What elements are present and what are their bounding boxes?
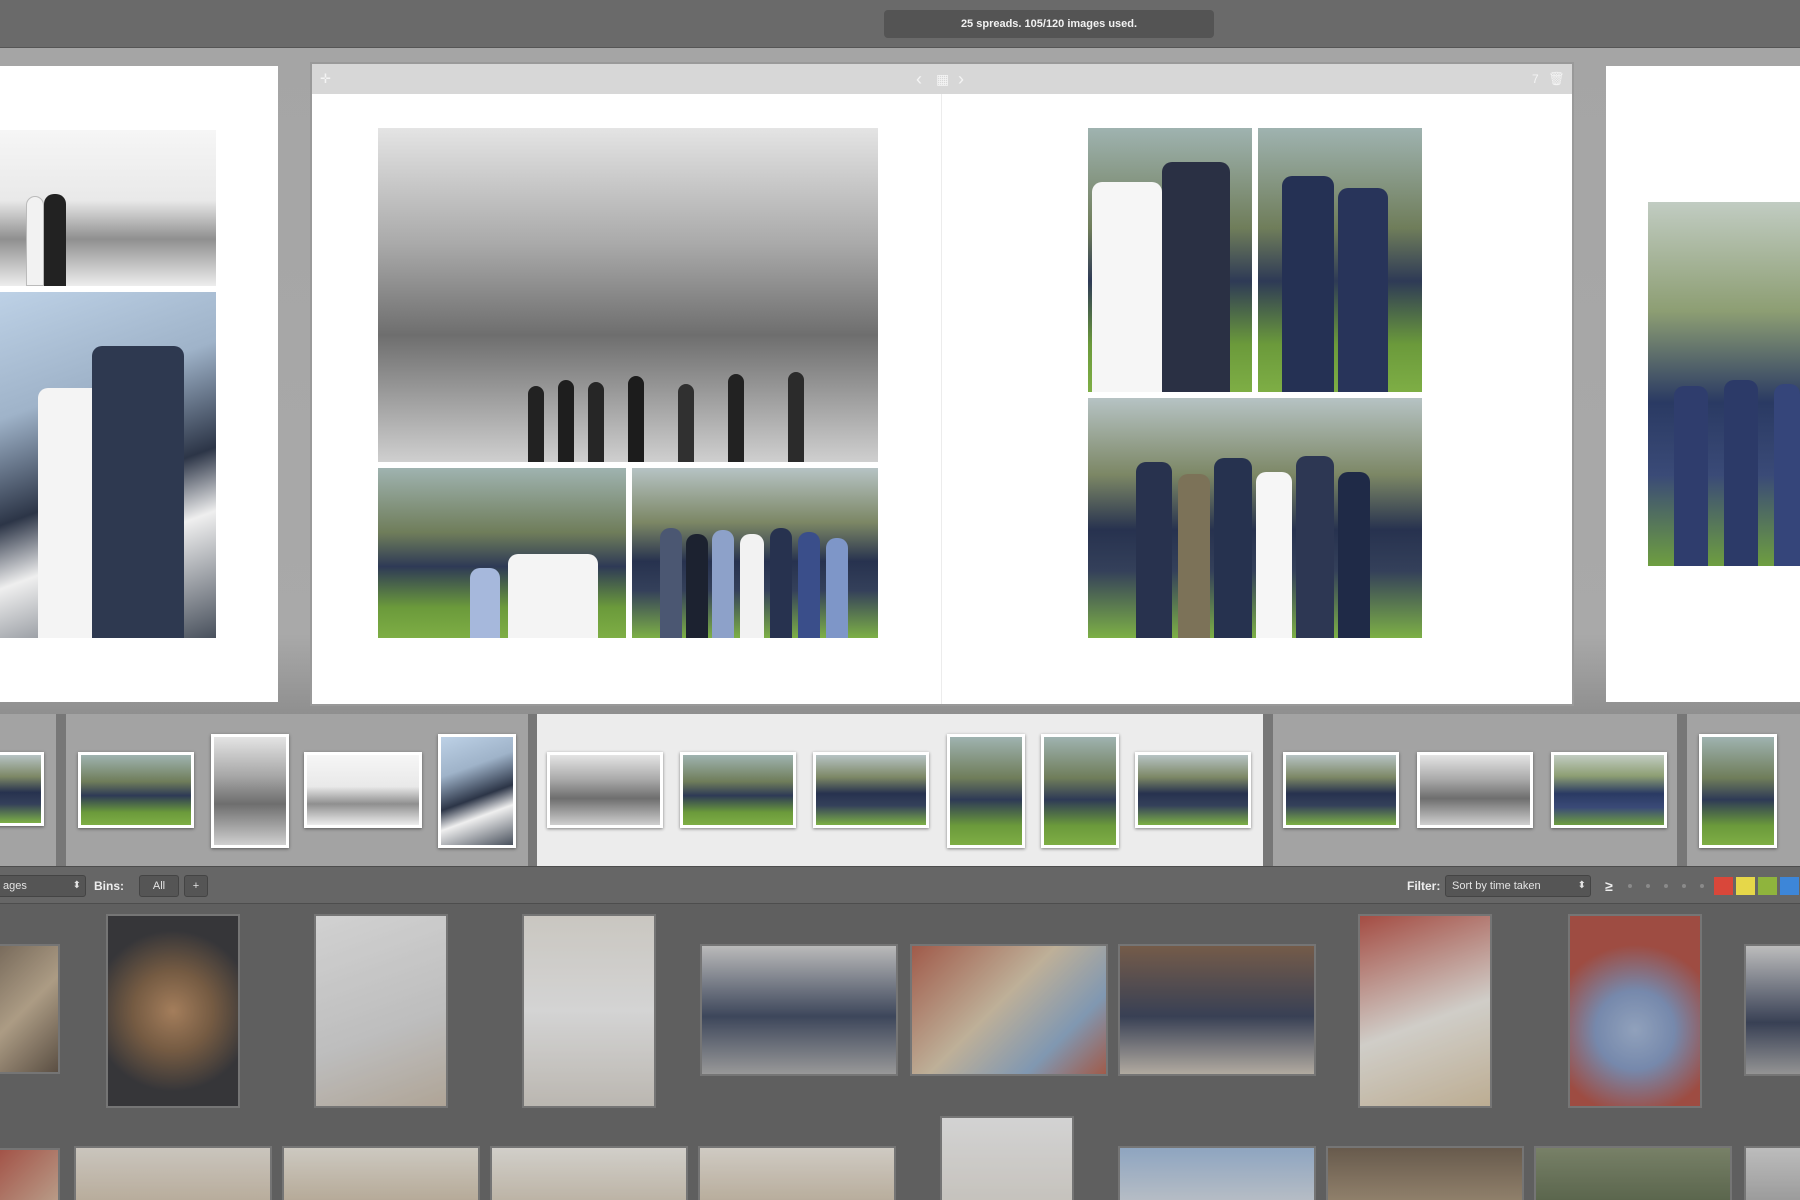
filmstrip-thumbnail[interactable]: [78, 752, 194, 828]
move-icon[interactable]: ✛: [320, 64, 331, 94]
spread-photo[interactable]: [632, 468, 878, 638]
trash-icon[interactable]: 🗑: [1548, 64, 1565, 94]
filmstrip-thumbnail[interactable]: [438, 734, 516, 848]
color-label-red[interactable]: [1714, 877, 1733, 895]
rating-star-5[interactable]: [1700, 884, 1704, 888]
filmstrip-thumbnail[interactable]: [1551, 752, 1667, 828]
image-source-value: ages: [3, 880, 27, 892]
spread-photo[interactable]: [378, 468, 626, 638]
filmstrip-spread[interactable]: [0, 714, 56, 866]
filmstrip-thumbnail[interactable]: [1417, 752, 1533, 828]
spread-photo[interactable]: [378, 128, 878, 462]
pool-image[interactable]: [74, 1146, 272, 1200]
color-label-yellow[interactable]: [1736, 877, 1755, 895]
spread-photo[interactable]: [1648, 202, 1800, 566]
rating-star-1[interactable]: [1628, 884, 1632, 888]
filmstrip-spread[interactable]: [1687, 714, 1800, 866]
spread-status: 25 spreads. 105/120 images used.: [884, 10, 1214, 38]
pool-image[interactable]: [1744, 1146, 1800, 1200]
spread-photo[interactable]: [0, 292, 216, 638]
pool-image[interactable]: [106, 914, 240, 1108]
filmstrip-thumbnail[interactable]: [304, 752, 422, 828]
filmstrip-spread[interactable]: [1273, 714, 1677, 866]
filmstrip-thumbnail[interactable]: [547, 752, 663, 828]
pool-image[interactable]: [1568, 914, 1702, 1108]
pool-image[interactable]: [1118, 1146, 1316, 1200]
filter-bar: ages ⬍ Bins: All + Filter: Sort by time …: [0, 866, 1800, 904]
filmstrip-thumbnail[interactable]: [947, 734, 1025, 848]
filmstrip-thumbnail[interactable]: [680, 752, 796, 828]
next-spread[interactable]: [1606, 66, 1800, 702]
rating-star-4[interactable]: [1682, 884, 1686, 888]
filmstrip-spread-active[interactable]: [537, 714, 1263, 866]
color-label-green[interactable]: [1758, 877, 1777, 895]
page-count: 7: [1532, 72, 1539, 86]
pool-image[interactable]: [0, 944, 60, 1074]
pool-image[interactable]: [1744, 944, 1800, 1076]
rating-filter-icon[interactable]: ≥: [1605, 867, 1613, 905]
pool-image[interactable]: [1326, 1146, 1524, 1200]
spread-photo[interactable]: [1258, 128, 1422, 392]
rating-star-2[interactable]: [1646, 884, 1650, 888]
pool-image[interactable]: [490, 1146, 688, 1200]
previous-spread[interactable]: [0, 66, 278, 702]
pool-image[interactable]: [1534, 1146, 1732, 1200]
filmstrip-thumbnail[interactable]: [813, 752, 929, 828]
sort-value: Sort by time taken: [1452, 880, 1541, 892]
filmstrip-thumbnail[interactable]: [1041, 734, 1119, 848]
image-source-select[interactable]: ages ⬍: [0, 875, 86, 897]
bins-value: All: [152, 880, 166, 892]
sort-select[interactable]: Sort by time taken ⬍: [1445, 875, 1591, 897]
spread-photo[interactable]: [1088, 398, 1422, 638]
rating-star-3[interactable]: [1664, 884, 1668, 888]
pool-image[interactable]: [0, 1148, 60, 1200]
spread-toolbar: ✛ ‹ ▦ › 7 🗑: [312, 64, 1572, 94]
pool-image[interactable]: [1358, 914, 1492, 1108]
pool-image[interactable]: [910, 944, 1108, 1076]
image-pool: [0, 904, 1800, 1200]
chevron-right-icon[interactable]: ›: [958, 64, 964, 94]
spread-filmstrip: [0, 714, 1800, 866]
filmstrip-thumbnail[interactable]: [1283, 752, 1399, 828]
pool-image[interactable]: [282, 1146, 480, 1200]
filmstrip-thumbnail[interactable]: [0, 752, 44, 826]
add-bin-button[interactable]: +: [184, 875, 208, 897]
select-arrows-icon: ⬍: [72, 880, 81, 891]
grid-icon[interactable]: ▦: [936, 64, 949, 94]
filter-label: Filter:: [1407, 879, 1441, 893]
filmstrip-thumbnail[interactable]: [1135, 752, 1251, 828]
top-bar: 25 spreads. 105/120 images used.: [0, 0, 1800, 48]
pool-image[interactable]: [522, 914, 656, 1108]
chevron-left-icon[interactable]: ‹: [916, 64, 922, 94]
pool-image[interactable]: [700, 944, 898, 1076]
pool-image[interactable]: [1118, 944, 1316, 1076]
current-spread[interactable]: ✛ ‹ ▦ › 7 🗑: [312, 64, 1572, 704]
album-designer-app: 25 spreads. 105/120 images used. ✛ ‹ ▦ ›…: [0, 0, 1800, 1200]
spread-photo[interactable]: [0, 130, 216, 286]
filmstrip-thumbnail[interactable]: [211, 734, 289, 848]
bins-select[interactable]: All: [139, 875, 179, 897]
pool-image[interactable]: [940, 1116, 1074, 1200]
pool-image[interactable]: [698, 1146, 896, 1200]
pool-image[interactable]: [314, 914, 448, 1108]
filmstrip-spread[interactable]: [66, 714, 528, 866]
spread-photo[interactable]: [1088, 128, 1252, 392]
page-gutter: [941, 94, 942, 704]
filmstrip-thumbnail[interactable]: [1699, 734, 1777, 848]
color-label-blue[interactable]: [1780, 877, 1799, 895]
select-arrows-icon: ⬍: [1577, 880, 1586, 891]
bins-label: Bins:: [94, 879, 124, 893]
spread-canvas: ✛ ‹ ▦ › 7 🗑: [0, 48, 1800, 758]
